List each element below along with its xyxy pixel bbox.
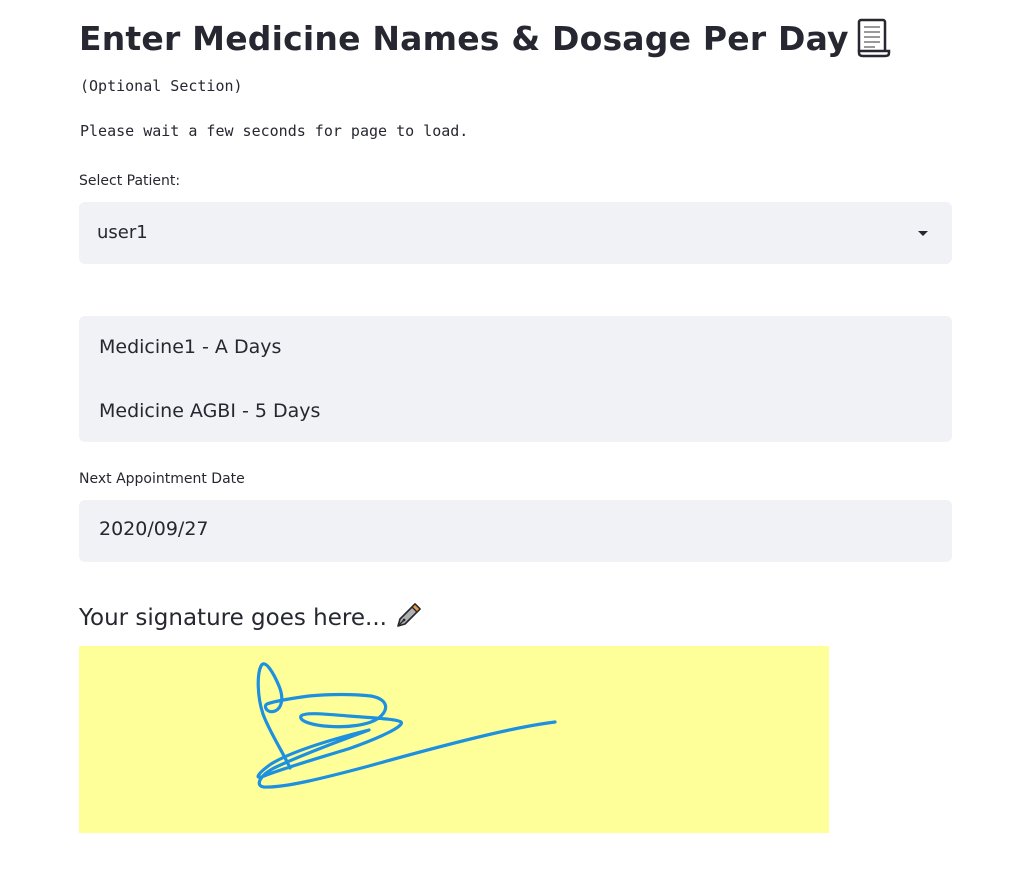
signature-drawing [256,662,557,789]
medicine-line: Medicine AGBI - 5 Days [99,400,321,422]
appointment-date-label: Next Appointment Date [79,471,245,487]
signature-heading: Your signature goes here... [79,601,423,635]
chevron-down-icon[interactable] [918,231,928,236]
patient-select[interactable]: user1 [79,202,952,264]
medicine-textarea[interactable]: Medicine1 - A Days Medicine AGBI - 5 Day… [79,316,952,442]
signature-heading-text: Your signature goes here... [79,605,387,631]
appointment-date-input[interactable]: 2020/09/27 [79,500,952,562]
appointment-date-value: 2020/09/27 [99,518,209,540]
fountain-pen-icon [397,602,421,627]
signature-canvas[interactable] [79,646,829,833]
loading-note: Please wait a few seconds for page to lo… [80,122,469,140]
scroll-icon [857,18,891,57]
patient-select-label: Select Patient: [79,173,181,189]
medicine-line: Medicine1 - A Days [99,336,282,358]
optional-note: (Optional Section) [80,77,243,95]
page-title-text: Enter Medicine Names & Dosage Per Day [79,19,849,58]
patient-select-value: user1 [97,222,148,243]
page-title: Enter Medicine Names & Dosage Per Day [79,16,891,62]
